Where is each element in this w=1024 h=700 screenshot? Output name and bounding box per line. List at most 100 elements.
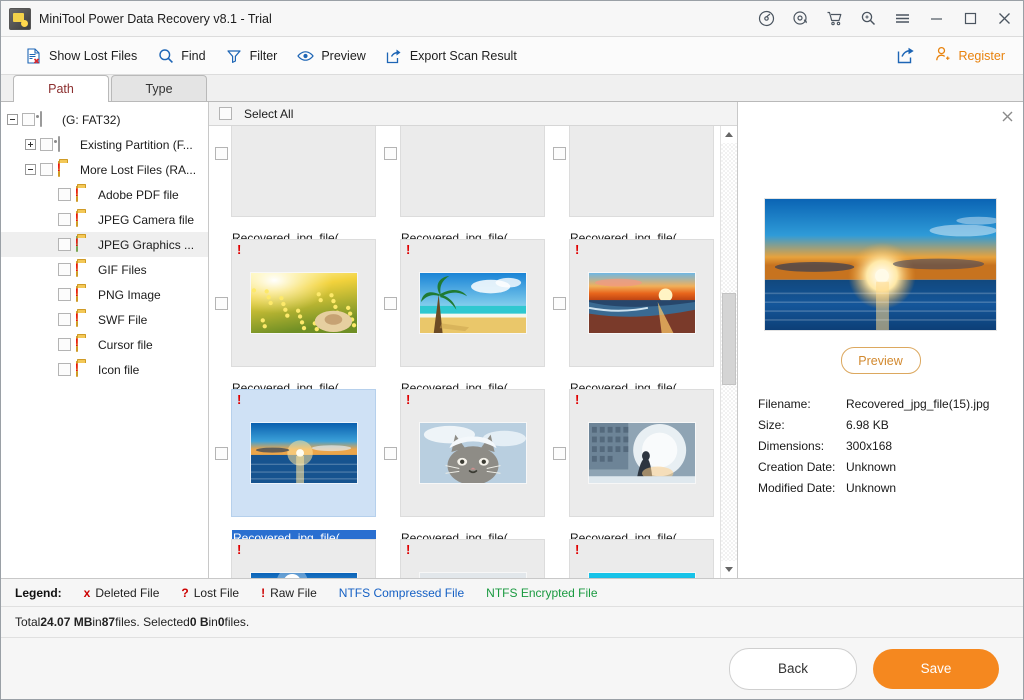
preview-button[interactable]: Preview: [287, 42, 375, 70]
file-item-checkbox[interactable]: [215, 297, 228, 310]
file-grid-item[interactable]: !Recovered_jpg_file(...: [211, 528, 380, 578]
file-item-tile[interactable]: !: [569, 389, 714, 517]
scroll-up-arrow-icon[interactable]: [721, 126, 737, 143]
path-tree-panel: (G: FAT32)Existing Partition (F...!More …: [1, 102, 209, 578]
show-lost-files-button[interactable]: Show Lost Files: [15, 42, 147, 70]
tree-item-checkbox[interactable]: [58, 188, 71, 201]
export-scan-result-button[interactable]: Export Scan Result: [376, 42, 527, 70]
file-grid-item[interactable]: !Recovered_jpg_file(...: [211, 228, 380, 378]
close-details-icon[interactable]: [999, 108, 1015, 124]
tree-item-checkbox[interactable]: [58, 238, 71, 251]
file-item-checkbox[interactable]: [553, 147, 566, 160]
tree-expander-icon[interactable]: [7, 114, 18, 125]
maximize-button[interactable]: [953, 2, 987, 36]
file-item-tile[interactable]: [400, 126, 545, 217]
file-grid-item[interactable]: !Recovered_jpg_file(...: [549, 528, 718, 578]
metadata-key: Size:: [758, 418, 846, 432]
file-item-tile[interactable]: !: [400, 389, 545, 517]
tree-item-checkbox[interactable]: [58, 263, 71, 276]
tab-path[interactable]: Path: [13, 75, 109, 102]
support-icon[interactable]: [783, 2, 817, 36]
file-item-checkbox[interactable]: [553, 297, 566, 310]
file-item-checkbox[interactable]: [215, 147, 228, 160]
file-item-checkbox[interactable]: [384, 297, 397, 310]
minimize-button[interactable]: [919, 2, 953, 36]
file-item-tile[interactable]: [231, 126, 376, 217]
file-item-tile[interactable]: !: [231, 539, 376, 578]
file-item-checkbox[interactable]: [553, 447, 566, 460]
tree-item[interactable]: !Cursor file: [1, 332, 208, 357]
metadata-value: 6.98 KB: [846, 418, 889, 432]
file-item-tile[interactable]: [569, 126, 714, 217]
tree-item-checkbox[interactable]: [22, 113, 35, 126]
tree-item[interactable]: !Adobe PDF file: [1, 182, 208, 207]
status-bar: Total 24.07 MB in 87 files. Selected 0 B…: [1, 606, 1023, 637]
preview-container: Preview: [738, 102, 1023, 374]
tree-item[interactable]: !Icon file: [1, 357, 208, 382]
tree-item[interactable]: Existing Partition (F...: [1, 132, 208, 157]
tree-item[interactable]: !SWF File: [1, 307, 208, 332]
filter-button[interactable]: Filter: [216, 42, 288, 70]
file-grid-item[interactable]: !Recovered_jpg_file(...: [549, 228, 718, 378]
tree-item[interactable]: !More Lost Files (RA...: [1, 157, 208, 182]
preview-action-button[interactable]: Preview: [841, 347, 921, 374]
file-item-checkbox[interactable]: [384, 447, 397, 460]
file-grid-item[interactable]: Recovered_jpg_file(...: [549, 126, 718, 228]
magnifier-icon[interactable]: [851, 2, 885, 36]
tree-item-checkbox[interactable]: [40, 138, 53, 151]
scroll-down-arrow-icon[interactable]: [721, 561, 737, 578]
file-item-tile[interactable]: !: [231, 239, 376, 367]
folder-icon: !: [76, 212, 93, 227]
grid-vertical-scrollbar[interactable]: [720, 126, 737, 578]
tree-item-checkbox[interactable]: [58, 313, 71, 326]
tree-expander-icon[interactable]: [25, 139, 36, 150]
status-suffix: files.: [225, 615, 250, 629]
file-grid-item[interactable]: !Recovered_jpg_file(...: [549, 378, 718, 528]
file-item-checkbox[interactable]: [384, 147, 397, 160]
file-grid-item[interactable]: !Recovered_jpg_file(...: [380, 228, 549, 378]
tree-item[interactable]: (G: FAT32): [1, 107, 208, 132]
tree-item-checkbox[interactable]: [58, 288, 71, 301]
tab-type[interactable]: Type: [111, 75, 207, 101]
tree-item[interactable]: !GIF Files: [1, 257, 208, 282]
file-item-tile[interactable]: !: [400, 239, 545, 367]
file-item-tile[interactable]: !: [569, 539, 714, 578]
close-button[interactable]: [987, 2, 1021, 36]
file-item-tile[interactable]: !: [569, 239, 714, 367]
file-grid-item[interactable]: !Recovered_jpg_file(...: [380, 528, 549, 578]
tree-item-checkbox[interactable]: [40, 163, 53, 176]
file-grid-item[interactable]: Recovered_jpg_file(...: [211, 126, 380, 228]
tree-item[interactable]: !JPEG Graphics ...: [1, 232, 208, 257]
tree-item-label: JPEG Camera file: [98, 213, 194, 227]
file-item-tile[interactable]: !: [231, 389, 376, 517]
back-button[interactable]: Back: [729, 648, 857, 690]
cart-icon[interactable]: [817, 2, 851, 36]
title-bar: MiniTool Power Data Recovery v8.1 - Tria…: [1, 1, 1023, 37]
tree-item-checkbox[interactable]: [58, 363, 71, 376]
scrollbar-track[interactable]: [721, 143, 737, 561]
tree-twisty-spacer: [43, 364, 54, 375]
raw-file-marker-icon: !: [75, 238, 79, 249]
find-button[interactable]: Find: [147, 42, 215, 70]
folder-icon: !: [76, 337, 93, 352]
file-grid-item[interactable]: !Recovered_jpg_file(...: [211, 378, 380, 528]
tree-item[interactable]: ! JPEG Camera file: [1, 207, 208, 232]
disc-icon[interactable]: [749, 2, 783, 36]
tree-item-checkbox[interactable]: [58, 213, 71, 226]
register-button[interactable]: Register: [927, 42, 1013, 70]
tree-item[interactable]: !PNG Image: [1, 282, 208, 307]
file-grid-item[interactable]: Recovered_jpg_file(...: [380, 126, 549, 228]
file-grid-item[interactable]: !Recovered_jpg_file(...: [380, 378, 549, 528]
tree-item-checkbox[interactable]: [58, 338, 71, 351]
select-all-checkbox[interactable]: [219, 107, 232, 120]
file-item-tile[interactable]: !: [400, 539, 545, 578]
hamburger-menu-icon[interactable]: [885, 2, 919, 36]
share-icon[interactable]: [891, 42, 921, 70]
select-all-row[interactable]: Select All: [209, 102, 737, 126]
metadata-value: Unknown: [846, 460, 896, 474]
scrollbar-thumb[interactable]: [722, 293, 736, 385]
file-item-checkbox[interactable]: [215, 447, 228, 460]
tree-expander-icon[interactable]: [25, 164, 36, 175]
metadata-value: 300x168: [846, 439, 892, 453]
save-button[interactable]: Save: [873, 649, 999, 689]
